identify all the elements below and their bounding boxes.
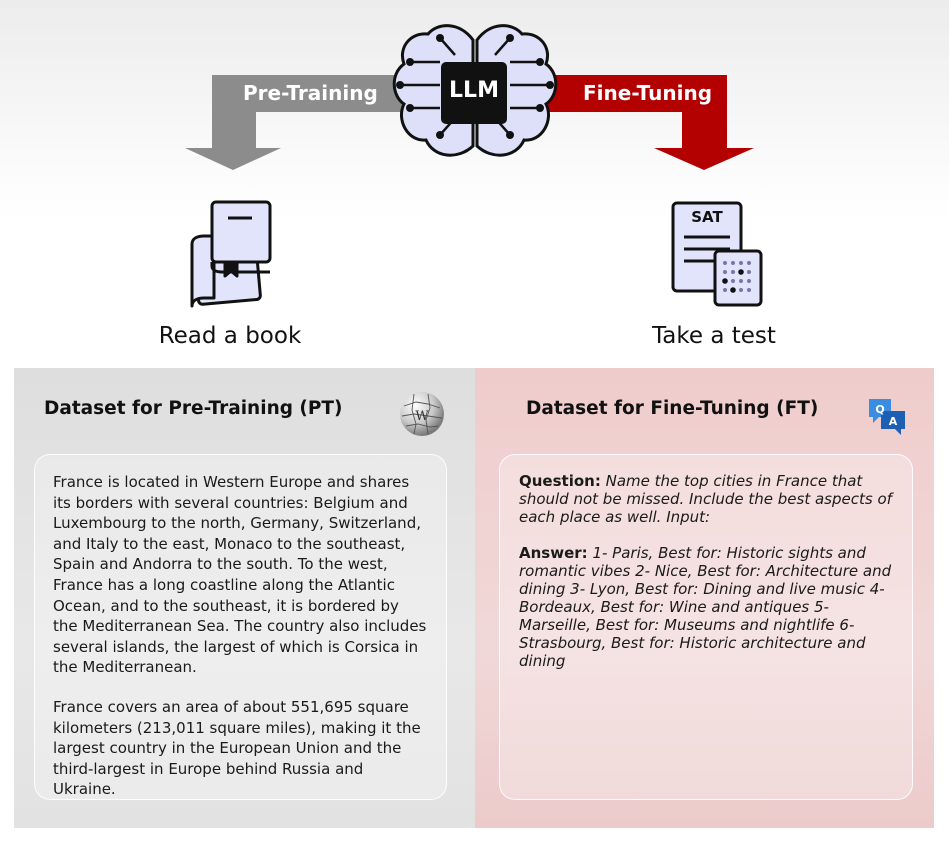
ft-answer: Answer: 1- Paris, Best for: Historic sig… <box>519 544 893 670</box>
ft-question: Question: Name the top cities in France … <box>519 472 893 526</box>
fine-tuning-label: Fine-Tuning <box>583 81 713 105</box>
qa-icon-a: A <box>889 415 898 428</box>
pre-training-label: Pre-Training <box>243 81 378 105</box>
llm-label: LLM <box>449 78 499 103</box>
svg-text:W: W <box>415 409 429 424</box>
answer-label: Answer: <box>519 544 588 562</box>
pt-paragraph-1: France is located in Western Europe and … <box>53 473 427 677</box>
wikipedia-globe-icon: W <box>400 392 444 436</box>
ft-text-card: Question: Name the top cities in France … <box>499 454 913 800</box>
answer-text: 1- Paris, Best for: Historic sights and … <box>519 544 892 670</box>
read-a-book-caption: Read a book <box>158 323 302 349</box>
pt-paragraph-2: France covers an area of about 551,695 s… <box>53 697 421 799</box>
fine-tuning-dataset-panel: Dataset for Fine-Tuning (FT) Q A Questio… <box>475 368 934 828</box>
pt-panel-title: Dataset for Pre-Training (PT) <box>44 398 343 419</box>
qa-icon-q: Q <box>875 403 884 416</box>
question-label: Question: <box>519 472 601 490</box>
qa-chat-icon: Q A <box>869 399 905 435</box>
pt-text-card: France is located in Western Europe and … <box>34 454 447 800</box>
ft-panel-title: Dataset for Fine-Tuning (FT) <box>526 398 819 419</box>
take-a-test-caption: Take a test <box>652 323 776 349</box>
llm-diagram <box>185 24 763 308</box>
pre-training-dataset-panel: Dataset for Pre-Training (PT) W France i… <box>14 368 475 828</box>
sat-label: SAT <box>691 208 723 226</box>
book-icon <box>190 200 272 308</box>
